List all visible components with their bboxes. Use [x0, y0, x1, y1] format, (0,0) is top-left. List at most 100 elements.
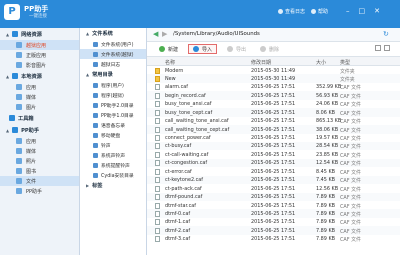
collapse-triangle-icon: ▲ [6, 127, 10, 133]
nav-item-apps-user[interactable]: 程序(用户) [80, 80, 146, 90]
sidebar-item-device-media[interactable]: 媒体 [0, 146, 79, 156]
nav-item-pp2-dir[interactable]: PP助手2.0目录 [80, 100, 146, 110]
column-size[interactable]: 大小 [316, 59, 326, 66]
sidebar-item-jailbreak-apps[interactable]: 越狱应用 [0, 40, 79, 50]
column-date[interactable]: 修改日期 [251, 59, 271, 66]
table-row[interactable]: dtmf-0.caf 2015-06-25 17:51 7.89 KB CAF 文件 [147, 209, 400, 218]
sidebar-section-online[interactable]: ▲ 网络资源 [0, 28, 79, 40]
table-row[interactable]: call_waiting_tone_cept.caf 2015-06-25 17:… [147, 125, 400, 134]
table-row[interactable]: ct-keytone2.caf 2015-06-25 17:51 7.45 KB CA… [147, 175, 400, 185]
file-kind: 文件夹 [340, 68, 355, 75]
table-row[interactable]: busy_tone_cept.caf 2015-06-25 17:51 8.06 K… [147, 108, 400, 117]
sidebar-item-local-apps[interactable]: 应用 [0, 82, 79, 92]
file-size: 56.93 KB [316, 92, 339, 99]
sidebar-section-toolbox[interactable]: 工具箱 [0, 112, 79, 124]
sidebar-section-device[interactable]: ▲ PP助手 [0, 124, 79, 136]
nav-item-alert-sounds[interactable]: 系统提醒铃声 [80, 160, 146, 170]
file-kind: CAF 文件 [340, 178, 361, 185]
table-row[interactable]: ct-error.caf 2015-06-25 17:51 8.45 KB CAF 文… [147, 167, 400, 176]
new-button[interactable]: 新建 [155, 44, 182, 54]
app-subtitle: 一键连接 [29, 14, 47, 19]
collapse-triangle-icon: ▲ [6, 73, 10, 79]
nav-item-voice-memos[interactable]: 语音备忘录 [80, 120, 146, 130]
nav-section-common[interactable]: ▲ 常用目录 [80, 69, 146, 80]
phone-icon [12, 127, 19, 133]
sidebar-item-local-media[interactable]: 媒体 [0, 92, 79, 102]
file-size: 7.89 KB [316, 202, 336, 209]
nav-item-apps-jailbreak[interactable]: 程序(越狱) [80, 90, 146, 100]
table-row[interactable]: alarm.caf 2015-06-25 17:51 352.99 KB CAF 文件 [147, 83, 400, 91]
table-row[interactable]: call_waiting_tone_ansi.caf 2015-06-25 17:… [147, 117, 400, 125]
nav-item-cydia-dir[interactable]: Cydia安装目录 [80, 170, 146, 180]
minimize-button[interactable]: – [346, 7, 350, 15]
audio-file-icon [155, 210, 160, 217]
file-size: 8.45 KB [316, 168, 336, 175]
file-kind: 文件夹 [340, 76, 355, 83]
nav-item-usb-drive[interactable]: 移动硬盘 [80, 130, 146, 140]
sidebar-item-device-pp[interactable]: PP助手 [0, 186, 79, 196]
nav-item-system-sounds[interactable]: 系统声铃声 [80, 150, 146, 160]
audio-file-icon [155, 126, 160, 133]
export-button[interactable]: 导出 [223, 44, 250, 54]
audio-file-icon [155, 109, 160, 116]
table-row[interactable]: dtmf-pound.caf 2015-06-25 17:51 7.89 KB CAF… [147, 192, 400, 201]
nav-item-ringtones[interactable]: 铃声 [80, 140, 146, 150]
table-row[interactable]: Modern 2015-05-30 11:49 文件夹 [147, 66, 400, 75]
table-row[interactable]: ct-path-ack.caf 2015-06-25 17:51 12.56 KB C… [147, 184, 400, 193]
table-row[interactable]: ct-congestion.caf 2015-06-25 17:51 12.54 K… [147, 158, 400, 167]
table-row[interactable]: ct-busy.caf 2015-06-25 17:51 28.54 KB CAF 文… [147, 141, 400, 150]
back-arrow-icon[interactable]: ◀ [153, 30, 158, 38]
file-name: call_waiting_tone_cept.caf [165, 126, 230, 133]
grid-view-icon[interactable] [384, 45, 390, 51]
sidebar-item-device-apps[interactable]: 应用 [0, 136, 79, 146]
nav-item-fs-user[interactable]: 文件系统(用户) [80, 39, 146, 49]
file-size: 7.89 KB [316, 210, 336, 217]
nav-item-fs-jailbreak[interactable]: 文件系统(越狱) [80, 49, 146, 59]
file-kind: CAF 文件 [340, 102, 361, 109]
file-date: 2015-06-25 17:51 [251, 118, 296, 125]
sidebar-section-local[interactable]: ▲ 本地资源 [0, 70, 79, 82]
nav-item-pp1-dir[interactable]: PP助手1.0目录 [80, 110, 146, 120]
sidebar-item-media[interactable]: 影音图片 [0, 60, 79, 70]
column-name[interactable]: 名称 [165, 59, 175, 66]
nav-section-filesystem[interactable]: ▲ 文件系统 [80, 28, 146, 39]
file-date: 2015-06-25 17:51 [251, 219, 296, 226]
sidebar-item-device-books[interactable]: 图书 [0, 166, 79, 176]
table-row[interactable]: dtmf-3.caf 2015-06-25 17:51 7.89 KB CAF 文件 [147, 235, 400, 243]
column-kind[interactable]: 类型 [340, 59, 350, 66]
forward-arrow-icon[interactable]: ▶ [162, 30, 167, 38]
file-date: 2015-06-25 17:51 [251, 92, 296, 99]
table-row[interactable]: busy_tone_ansi.caf 2015-06-25 17:51 24.06 … [147, 100, 400, 108]
file-name: busy_tone_ansi.caf [165, 101, 212, 108]
refresh-icon[interactable]: ↻ [383, 30, 389, 38]
app-icon [16, 42, 22, 48]
help-link[interactable]: 帮助 [311, 8, 328, 15]
file-date: 2015-06-25 17:51 [251, 84, 296, 91]
sidebar-item-device-photos[interactable]: 照片 [0, 156, 79, 166]
path-field[interactable]: /System/Library/Audio/UISounds [173, 31, 260, 37]
nav-item-jailbreak-log[interactable]: 越狱日志 [80, 59, 146, 69]
file-name: ct-call-waiting.caf [165, 151, 209, 158]
sidebar-item-local-images[interactable]: 图片 [0, 102, 79, 112]
table-row[interactable]: connect_power.caf 2015-06-25 17:51 19.57 K… [147, 134, 400, 142]
file-date: 2015-06-25 17:51 [251, 109, 296, 116]
file-date: 2015-06-25 17:51 [251, 101, 296, 108]
maximize-button[interactable]: □ [359, 7, 366, 15]
delete-button[interactable]: 删除 [256, 44, 283, 54]
log-link[interactable]: 查看日志 [278, 8, 305, 15]
file-date: 2015-06-25 17:51 [251, 160, 296, 167]
table-row[interactable]: dtmf-1.caf 2015-06-25 17:51 7.89 KB CAF 文件 [147, 218, 400, 226]
file-size: 7.89 KB [316, 219, 336, 226]
list-view-icon[interactable] [375, 45, 381, 51]
table-row[interactable]: New 2015-05-30 11:49 文件夹 [147, 74, 400, 83]
close-button[interactable]: ✕ [374, 7, 380, 15]
nav-section-tags[interactable]: ▶ 标签 [80, 180, 146, 191]
sidebar-item-official-apps[interactable]: 正版应用 [0, 50, 79, 60]
computer-icon [12, 73, 19, 79]
table-row[interactable]: dtmf-2.caf 2015-06-25 17:51 7.89 KB CAF 文件 [147, 226, 400, 235]
table-row[interactable]: begin_record.caf 2015-06-25 17:51 56.93 KB… [147, 91, 400, 100]
import-button[interactable]: 导入 [188, 44, 218, 54]
table-row[interactable]: dtmf-star.caf 2015-06-25 17:51 7.89 KB CAF … [147, 201, 400, 210]
sidebar-item-device-files[interactable]: 文件 [0, 176, 79, 186]
table-row[interactable]: ct-call-waiting.caf 2015-06-25 17:51 23.85… [147, 150, 400, 159]
